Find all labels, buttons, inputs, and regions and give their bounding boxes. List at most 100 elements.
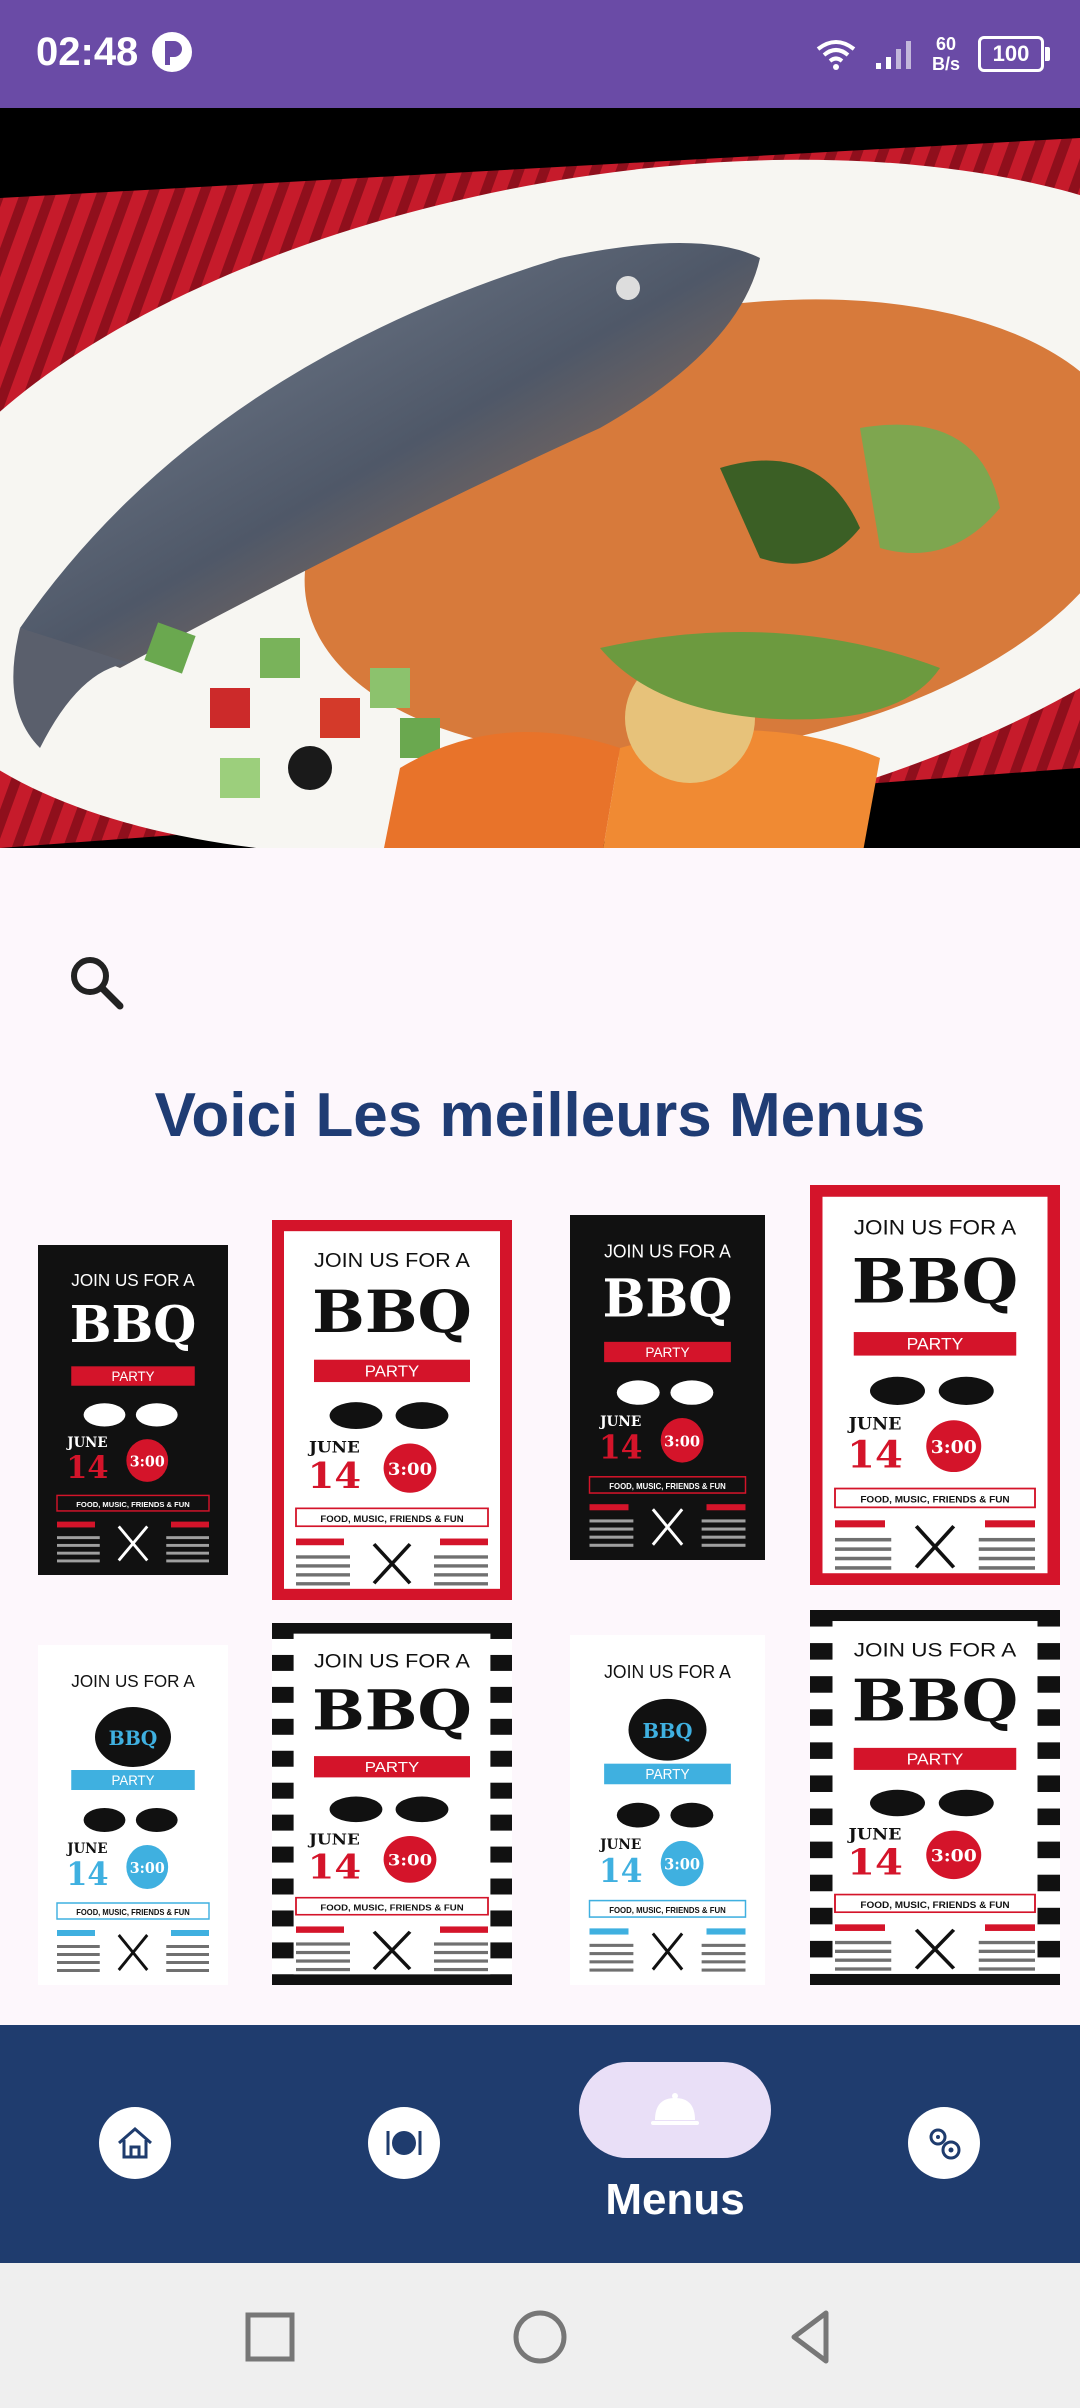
flyer-top-line: JOIN US FOR A — [604, 1241, 731, 1261]
grilled-fish-couscous-photo — [0, 108, 1080, 848]
home-circle-icon[interactable] — [508, 2305, 572, 2369]
plaid-stripe — [272, 1750, 294, 1767]
fine-print — [296, 1582, 350, 1586]
flyer-footer: FOOD, MUSIC, FRIENDS & FUN — [76, 1500, 190, 1509]
fine-print — [166, 1536, 209, 1540]
fine-print — [978, 1556, 1035, 1561]
flyer-headline: BBQ — [603, 1268, 733, 1330]
flyer-day: 14 — [599, 1851, 642, 1890]
fine-print — [296, 1573, 350, 1577]
plaid-stripe — [810, 1874, 833, 1892]
bbq-flyer: JOIN US FOR ABBQPARTYJUNE14 3:00FOOD, MUS… — [810, 1610, 1060, 1985]
recents-icon[interactable] — [238, 2305, 302, 2369]
plaid-stripe — [490, 1654, 512, 1671]
settings-icon — [929, 2128, 961, 2160]
menu-card[interactable]: JOIN US FOR A BBQ PARTY JUNE 14 3:00 FOOD, MUS… — [570, 1215, 765, 1560]
animal-icon — [135, 1808, 178, 1832]
animal-icon — [670, 1802, 714, 1828]
fine-print — [701, 1535, 746, 1539]
animal-icon — [616, 1802, 660, 1828]
fine-print — [166, 1945, 209, 1948]
animal-icon — [616, 1380, 660, 1405]
plaid-stripe — [1037, 1808, 1060, 1826]
back-icon[interactable] — [778, 2305, 842, 2369]
plaid-stripe — [272, 1718, 294, 1735]
fine-print — [835, 1547, 892, 1551]
flyer-footer: FOOD, MUSIC, FRIENDS & FUN — [609, 1482, 726, 1491]
fine-print — [296, 1959, 350, 1963]
wifi-icon — [816, 40, 856, 70]
flyer-headline: BBQ — [852, 1667, 1018, 1734]
plaid-stripe — [1037, 1874, 1060, 1892]
menu-card[interactable]: JOIN US FOR A BBQ PARTY JUNE 14 3:00 FOOD, MUS… — [38, 1645, 228, 1985]
net-speed: 60 B/s — [932, 34, 960, 74]
fine-print — [589, 1535, 634, 1539]
flyer-top-line: JOIN US FOR A — [71, 1270, 195, 1290]
flyer-day: 14 — [599, 1428, 642, 1467]
plaid-stripe — [490, 1814, 512, 1831]
address-bar — [171, 1930, 209, 1936]
fine-print — [434, 1967, 488, 1972]
fine-print — [589, 1952, 634, 1956]
address-bar — [440, 1926, 488, 1933]
rsvp-bar — [57, 1521, 95, 1528]
plaid-stripe — [810, 1973, 1060, 1985]
flyer-day: 14 — [847, 1433, 903, 1477]
fine-print — [589, 1519, 634, 1523]
menu-card[interactable]: JOIN US FOR A BBQ PARTY JUNE 14 3:00 FOOD, MUS… — [810, 1610, 1060, 1985]
menu-card[interactable]: JOIN US FOR A BBQ PARTY JUNE 14 3:00 FOOD, MUS… — [570, 1635, 765, 1985]
flyer-time: 3:00 — [130, 1860, 165, 1877]
flyer-banner: PARTY — [111, 1773, 154, 1788]
plaid-stripe — [1037, 1907, 1060, 1925]
menu-card[interactable]: JOIN US FOR A BBQ PARTY JUNE 14 3:00 FOOD, MUS… — [272, 1220, 512, 1600]
nav-menus-label[interactable]: Menus — [579, 2175, 771, 2225]
menu-card[interactable]: JOIN US FOR A BBQ PARTY JUNE 14 3:00 FOOD, MUS… — [38, 1245, 228, 1575]
plaid-stripe — [810, 1676, 833, 1693]
flyer-headline: BBQ — [312, 1278, 472, 1346]
fine-print — [978, 1958, 1035, 1962]
animal-icon — [395, 1402, 449, 1429]
plaid-stripe — [272, 1814, 294, 1831]
bottom-navigation: Menus — [0, 2025, 1080, 2263]
system-navigation — [0, 2263, 1080, 2408]
plaid-stripe — [810, 1610, 1060, 1622]
bbq-flyer: JOIN US FOR ABBQPARTYJUNE14 3:00FOOD, MUS… — [570, 1215, 765, 1560]
plaid-stripe — [490, 1878, 512, 1895]
address-bar — [985, 1924, 1035, 1931]
nav-restaurant[interactable] — [368, 2107, 440, 2179]
plaid-stripe — [810, 1742, 833, 1759]
fine-print — [57, 1961, 100, 1964]
address-bar — [706, 1504, 746, 1511]
flyer-top-line: JOIN US FOR A — [854, 1215, 1017, 1239]
fine-print — [296, 1967, 350, 1972]
search-button[interactable] — [62, 948, 132, 1018]
flyer-banner: PARTY — [907, 1751, 964, 1768]
status-indicators: 60 B/s 100 — [816, 28, 1050, 80]
fine-print — [296, 1950, 350, 1955]
address-bar — [440, 1538, 488, 1546]
fine-print — [57, 1536, 100, 1540]
nav-menus[interactable] — [579, 2062, 771, 2158]
nav-home[interactable] — [99, 2107, 171, 2179]
bbq-flyer: JOIN US FOR ABBQPARTYJUNE14 3:00FOOD, MUS… — [570, 1635, 765, 1985]
flyer-banner: PARTY — [645, 1766, 690, 1782]
plaid-stripe — [1037, 1742, 1060, 1759]
flyer-month: JUNE — [307, 1830, 360, 1848]
menu-card[interactable]: JOIN US FOR A BBQ PARTY JUNE 14 3:00 FOOD, MUS… — [272, 1623, 512, 1985]
rsvp-bar — [296, 1538, 344, 1546]
fine-print — [701, 1519, 746, 1523]
search-icon — [71, 957, 124, 1010]
fine-print — [701, 1960, 746, 1964]
bbq-flyer: JOIN US FOR ABBQPARTYJUNE14 3:00FOOD, MUS… — [810, 1185, 1060, 1585]
flyer-banner: PARTY — [365, 1363, 420, 1380]
fine-print — [978, 1967, 1035, 1971]
menu-card[interactable]: JOIN US FOR A BBQ PARTY JUNE 14 3:00 FOOD, MUS… — [810, 1185, 1060, 1585]
animal-icon — [83, 1808, 126, 1832]
plaid-stripe — [490, 1910, 512, 1927]
flyer-top-line: JOIN US FOR A — [314, 1652, 470, 1673]
animal-icon — [870, 1376, 925, 1405]
nav-settings[interactable] — [908, 2107, 980, 2179]
flyer-headline: BBQ — [109, 1727, 158, 1751]
fine-print — [701, 1952, 746, 1956]
flyer-top-line: JOIN US FOR A — [604, 1662, 731, 1683]
